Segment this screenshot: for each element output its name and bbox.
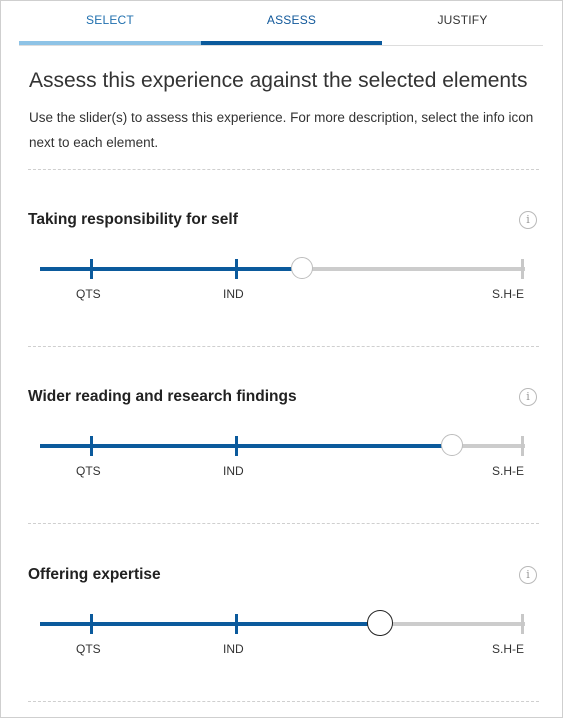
slider-tick-ind (235, 436, 238, 456)
slider-label-she: S.H-E (492, 287, 525, 301)
slider-label-ind: IND (223, 287, 244, 301)
assessment-slider[interactable] (40, 257, 525, 279)
page-title: Assess this experience against the selec… (29, 69, 528, 92)
slider-handle[interactable] (367, 610, 393, 636)
tab-assess-label: ASSESS (266, 13, 317, 27)
slider-tick-qts (90, 614, 93, 634)
slider-label-ind: IND (223, 464, 244, 478)
slider-tick-qts (90, 436, 93, 456)
slider-label-qts: QTS (76, 287, 101, 301)
element-row: Offering expertise i QTS IND S.H-E (1, 566, 563, 686)
element-title: Taking responsibility for self (28, 211, 238, 228)
slider-fill (40, 267, 302, 271)
element-row: Wider reading and research findings i QT… (1, 388, 563, 508)
tab-bar: SELECT ASSESS JUSTIFY (19, 1, 543, 46)
info-icon[interactable]: i (519, 388, 537, 406)
slider-tick-qts (90, 259, 93, 279)
slider-label-qts: QTS (76, 642, 101, 656)
info-icon[interactable]: i (519, 211, 537, 229)
info-icon[interactable]: i (519, 566, 537, 584)
tab-select[interactable]: SELECT (19, 1, 201, 45)
element-row: Taking responsibility for self i QTS IND… (1, 211, 563, 331)
tab-assess[interactable]: ASSESS (201, 1, 382, 45)
slider-tick-she (521, 614, 524, 634)
tab-justify-label: JUSTIFY (437, 13, 488, 27)
slider-label-she: S.H-E (492, 464, 525, 478)
divider (28, 346, 539, 347)
slider-handle[interactable] (441, 434, 463, 456)
tab-assess-indicator (201, 41, 382, 45)
assessment-panel: SELECT ASSESS JUSTIFY Assess this experi… (0, 0, 563, 718)
slider-fill (40, 444, 452, 448)
slider-tick-she (521, 436, 524, 456)
divider (28, 701, 539, 702)
tab-justify[interactable]: JUSTIFY (382, 1, 543, 41)
slider-label-qts: QTS (76, 464, 101, 478)
slider-label-she: S.H-E (492, 642, 525, 656)
tab-select-label: SELECT (86, 13, 134, 27)
divider (28, 523, 539, 524)
element-title: Wider reading and research findings (28, 388, 297, 405)
page-description: Use the slider(s) to assess this experie… (29, 110, 534, 150)
slider-handle[interactable] (291, 257, 313, 279)
slider-label-ind: IND (223, 642, 244, 656)
divider (28, 169, 539, 170)
slider-tick-she (521, 259, 524, 279)
tab-select-indicator (19, 41, 201, 45)
element-title: Offering expertise (28, 566, 161, 583)
assessment-slider[interactable] (40, 434, 525, 456)
slider-tick-ind (235, 259, 238, 279)
slider-tick-ind (235, 614, 238, 634)
assessment-slider[interactable] (40, 610, 525, 636)
